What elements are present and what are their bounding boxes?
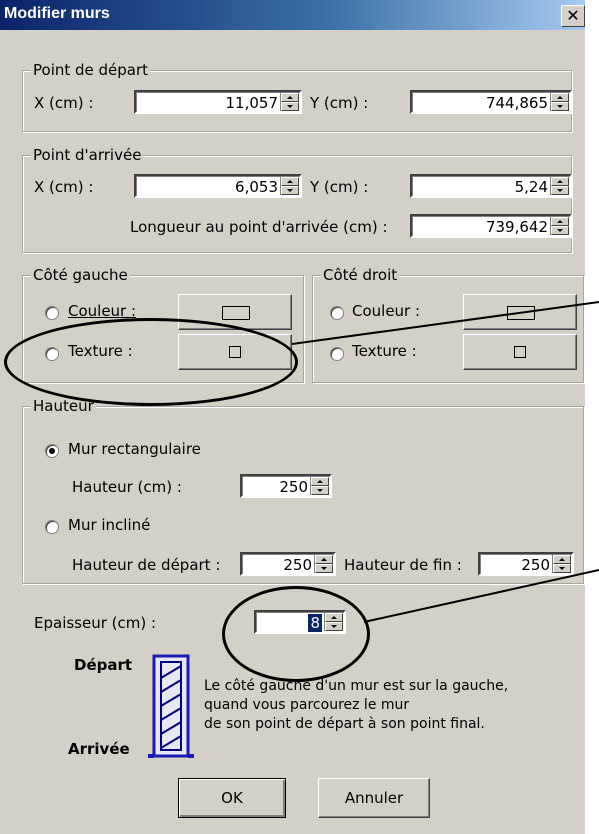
annotation-pointer-lines xyxy=(291,301,599,623)
